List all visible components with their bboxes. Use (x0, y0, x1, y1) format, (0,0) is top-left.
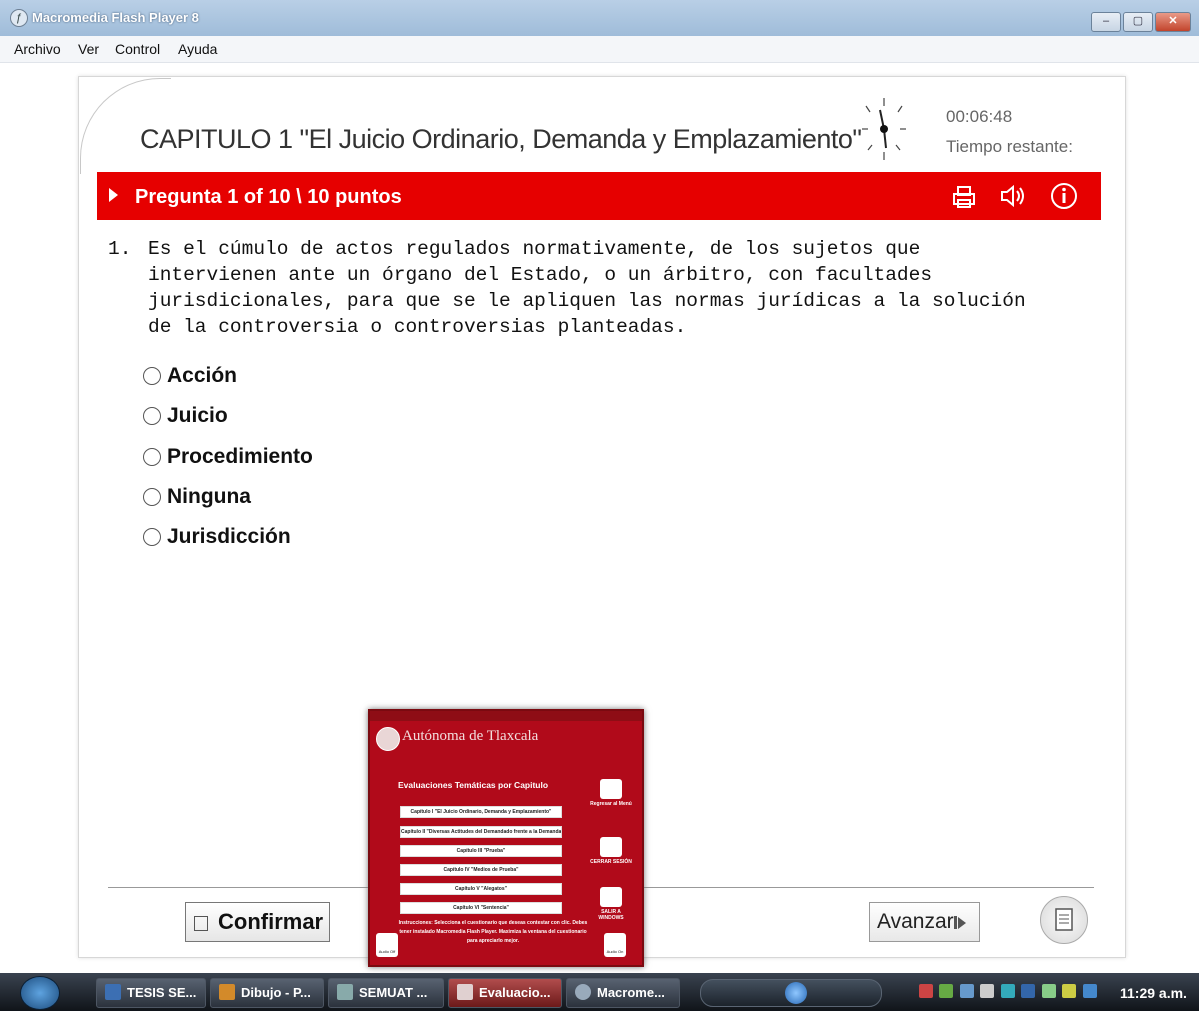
tray-icon[interactable] (1062, 984, 1077, 998)
next-button[interactable]: Avanzar (869, 902, 980, 942)
chapter-button-4[interactable]: Capítulo IV "Medios de Prueba" (400, 864, 562, 876)
option-label[interactable]: Procedimiento (167, 445, 313, 469)
audio-icon[interactable] (997, 182, 1027, 210)
pause-icon[interactable] (785, 982, 807, 1004)
task-label: Macrome... (597, 985, 665, 1000)
next-bar-icon (954, 916, 957, 929)
tray-icon[interactable] (1041, 984, 1056, 998)
chapter-button-2[interactable]: Capítulo II "Diversas Actitudes del Dema… (400, 826, 562, 838)
info-icon[interactable] (1049, 182, 1079, 210)
chapter-button-6[interactable]: Capítulo VI "Sentencia" (400, 902, 562, 914)
taskbar-preview-thumbnail[interactable]: Autónoma de Tlaxcala Evaluaciones Temáti… (368, 709, 644, 967)
task-label: Dibujo - P... (241, 985, 311, 1000)
flash-player-icon (575, 984, 591, 1000)
chapter-button-5[interactable]: Capítulo V "Alegatos" (400, 883, 562, 895)
volume-icon[interactable] (980, 984, 995, 998)
tray-icon[interactable] (1082, 984, 1097, 998)
arrow-icon (109, 188, 118, 202)
minimize-icon[interactable]: – (1091, 12, 1121, 32)
program-icon (337, 984, 353, 1000)
network-icon[interactable] (959, 984, 974, 998)
document-icon (194, 916, 208, 931)
menu-archivo[interactable]: Archivo (14, 41, 61, 57)
paint-icon (219, 984, 235, 1000)
radio-button[interactable] (143, 407, 161, 425)
option-label[interactable]: Jurisdicción (167, 525, 291, 549)
preview-titlebar (370, 711, 642, 721)
tray-icon[interactable] (919, 984, 933, 998)
chapter-button-3[interactable]: Capítulo III "Prueba" (400, 845, 562, 857)
popup-instructions: Instrucciones: Selecciona el cuestionari… (398, 920, 588, 944)
task-label: Evaluacio... (479, 985, 551, 1000)
menu-control[interactable]: Control (115, 41, 160, 57)
exit-windows-button[interactable]: SALIR A WINDOWS (590, 887, 632, 921)
taskbar: TESIS SE... Dibujo - P... SEMUAT ... Eva… (0, 973, 1199, 1011)
task-evaluacion[interactable]: Evaluacio... (448, 978, 562, 1008)
university-name: Autónoma de Tlaxcala (402, 728, 539, 744)
menu-ver[interactable]: Ver (78, 41, 99, 57)
tray-icon[interactable] (1000, 984, 1015, 998)
side-button-label: Regresar al Menú (590, 801, 632, 807)
side-button-label: CERRAR SESIÓN (590, 859, 632, 865)
notes-icon[interactable] (1040, 896, 1088, 944)
quiz-title: CAPITULO 1 "El Juicio Ordinario, Demanda… (140, 124, 862, 154)
radio-button[interactable] (143, 448, 161, 466)
system-tray (918, 981, 1108, 1003)
audio-on-button[interactable]: Audio On (604, 933, 626, 957)
option-label[interactable]: Acción (167, 364, 237, 388)
task-dibujo[interactable]: Dibujo - P... (210, 978, 324, 1008)
time-remaining-value: 00:06:48 (946, 107, 1013, 126)
radio-button[interactable] (143, 488, 161, 506)
window-title: Macromedia Flash Player 8 (32, 10, 199, 25)
print-icon[interactable] (949, 182, 979, 210)
home-icon (600, 779, 622, 799)
media-player-toolbar[interactable] (700, 979, 882, 1007)
logout-button[interactable]: CERRAR SESIÓN (590, 837, 632, 865)
menu-ayuda[interactable]: Ayuda (178, 41, 217, 57)
question-header: Pregunta 1 of 10 \ 10 puntos (135, 186, 402, 208)
task-tesis[interactable]: TESIS SE... (96, 978, 206, 1008)
confirm-label[interactable]: Confirmar (218, 909, 323, 935)
question-text: Es el cúmulo de actos regulados normativ… (148, 238, 1026, 338)
tray-icon[interactable] (1021, 984, 1036, 998)
windows-icon (600, 887, 622, 907)
logout-icon (600, 837, 622, 857)
next-label[interactable]: Avanzar (877, 910, 954, 934)
university-logo (376, 727, 400, 751)
task-macromedia[interactable]: Macrome... (566, 978, 680, 1008)
side-button-label: SALIR A WINDOWS (598, 909, 624, 921)
radio-button[interactable] (143, 367, 161, 385)
flash-player-icon: ƒ (10, 9, 28, 27)
window-controls: – ▢ ✕ (1091, 12, 1191, 32)
window-titlebar: ƒ Macromedia Flash Player 8 – ▢ ✕ (0, 0, 1199, 37)
option-label[interactable]: Juicio (167, 404, 228, 428)
menu-bar: Archivo Ver Control Ayuda (0, 36, 1199, 63)
evaluacion-icon (457, 984, 473, 1000)
play-icon (958, 917, 966, 929)
radio-button[interactable] (143, 528, 161, 546)
popup-heading: Evaluaciones Temáticas por Capitulo (398, 780, 549, 790)
chapter-button-1[interactable]: Capítulo I "El Juicio Ordinario, Demanda… (400, 806, 562, 818)
start-button[interactable] (20, 976, 60, 1010)
word-icon (105, 984, 121, 1000)
question-header-bar: Pregunta 1 of 10 \ 10 puntos (97, 172, 1101, 220)
close-icon[interactable]: ✕ (1155, 12, 1191, 32)
tray-icon[interactable] (939, 984, 954, 998)
option-label[interactable]: Ninguna (167, 485, 251, 509)
task-label: SEMUAT ... (359, 985, 428, 1000)
task-label: TESIS SE... (127, 985, 197, 1000)
taskbar-clock[interactable]: 11:29 a.m. (1120, 985, 1187, 1001)
clock-icon (862, 98, 906, 160)
confirm-button[interactable]: Confirmar (185, 902, 330, 942)
maximize-icon[interactable]: ▢ (1123, 12, 1153, 32)
audio-off-button[interactable]: Audio Off (376, 933, 398, 957)
task-semuat[interactable]: SEMUAT ... (328, 978, 444, 1008)
question-number: 1. (108, 238, 132, 260)
time-remaining-label: Tiempo restante: (946, 137, 1073, 156)
back-to-menu-button[interactable]: Regresar al Menú (590, 779, 632, 807)
